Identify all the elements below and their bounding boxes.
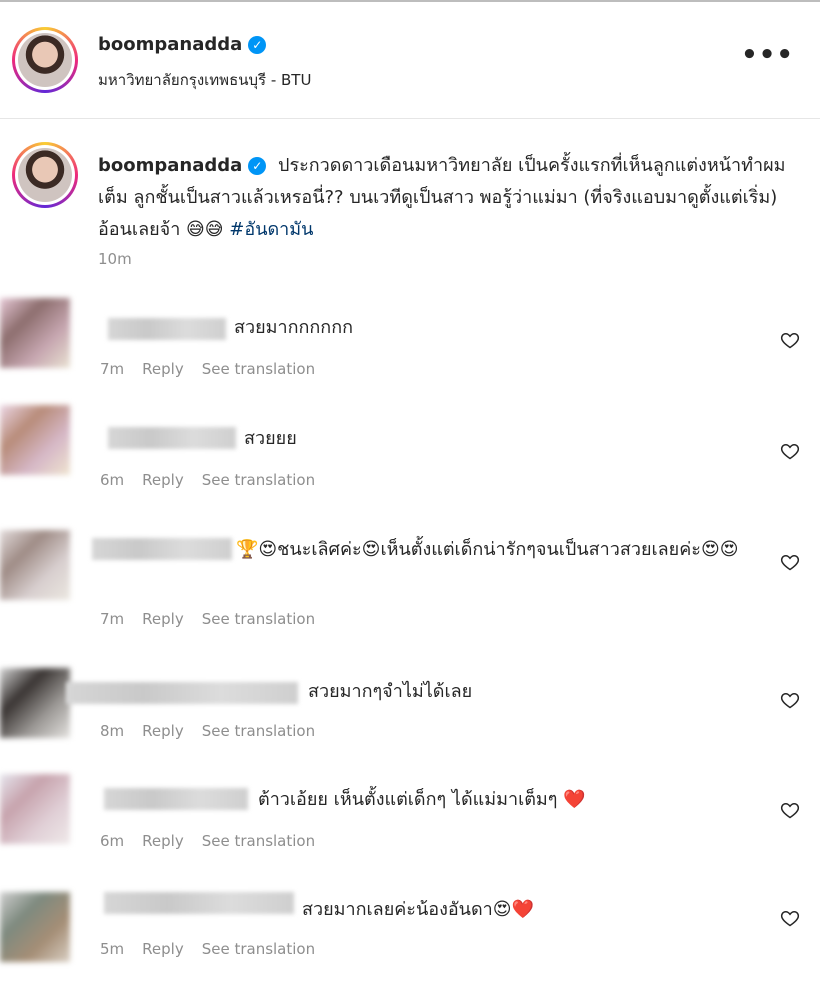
- reply-button[interactable]: Reply: [142, 471, 184, 489]
- heart-icon[interactable]: [780, 552, 800, 572]
- comment-username[interactable]: [66, 682, 298, 704]
- comment-avatar[interactable]: [0, 668, 70, 738]
- more-options-icon[interactable]: •••: [741, 42, 794, 68]
- post-caption: boompanadda ✓ ประกวดดาวเดือนมหาวิทยาลัย เ…: [98, 150, 798, 246]
- see-translation-button[interactable]: See translation: [202, 471, 315, 489]
- comment-time[interactable]: 6m: [100, 832, 124, 850]
- verified-icon: ✓: [248, 157, 267, 175]
- comment-text: สวยยย: [244, 428, 297, 449]
- comment-meta: 7m Reply See translation: [100, 610, 333, 628]
- post-time[interactable]: 10m: [98, 250, 132, 268]
- comment-text: สวยมากๆจำไม่ได้เลย: [308, 681, 473, 702]
- heart-icon[interactable]: [780, 800, 800, 820]
- comment-text: สวยมากเลยค่ะน้องอันดา😍❤️: [302, 899, 534, 920]
- comment-username[interactable]: [92, 538, 232, 560]
- comment-meta: 7m Reply See translation: [100, 360, 333, 378]
- header-username[interactable]: boompanadda ✓: [98, 34, 267, 55]
- comment-text: สวยมากกกกกก: [234, 317, 354, 338]
- heart-icon[interactable]: [780, 690, 800, 710]
- comment-time[interactable]: 8m: [100, 722, 124, 740]
- verified-icon: ✓: [248, 36, 267, 54]
- see-translation-button[interactable]: See translation: [202, 610, 315, 628]
- comment-text: 🏆😍ชนะเลิศค่ะ😍เห็นตั้งแต่เด็กน่ารักๆจนเป็…: [236, 539, 739, 560]
- reply-button[interactable]: Reply: [142, 940, 184, 958]
- comment-text: ต้าวเอ้ยย เห็นตั้งแต่เด็กๆ ได้แม่มาเต็มๆ…: [258, 789, 586, 810]
- comment-avatar[interactable]: [0, 774, 70, 844]
- comment-username[interactable]: [104, 892, 294, 914]
- post-header: boompanadda ✓ มหาวิทยาลัยกรุงเทพธนบุรี - …: [0, 2, 820, 119]
- see-translation-button[interactable]: See translation: [202, 940, 315, 958]
- comment-username[interactable]: [104, 788, 248, 810]
- reply-button[interactable]: Reply: [142, 360, 184, 378]
- comment-time[interactable]: 7m: [100, 610, 124, 628]
- see-translation-button[interactable]: See translation: [202, 360, 315, 378]
- comment-avatar[interactable]: [0, 298, 70, 368]
- location-link[interactable]: มหาวิทยาลัยกรุงเทพธนบุรี - BTU: [98, 68, 311, 92]
- avatar[interactable]: [12, 27, 78, 93]
- comment-username[interactable]: [108, 427, 236, 449]
- comment-meta: 8m Reply See translation: [100, 722, 333, 740]
- comment-time[interactable]: 6m: [100, 471, 124, 489]
- heart-icon[interactable]: [780, 330, 800, 350]
- see-translation-button[interactable]: See translation: [202, 832, 315, 850]
- comment-time[interactable]: 5m: [100, 940, 124, 958]
- comment-avatar[interactable]: [0, 530, 70, 600]
- comment-avatar[interactable]: [0, 405, 70, 475]
- caption-username[interactable]: boompanadda: [98, 155, 242, 176]
- reply-button[interactable]: Reply: [142, 722, 184, 740]
- comment-meta: 5m Reply See translation: [100, 940, 333, 958]
- caption-avatar[interactable]: [12, 142, 78, 208]
- comment-username[interactable]: [108, 318, 226, 340]
- reply-button[interactable]: Reply: [142, 610, 184, 628]
- reply-button[interactable]: Reply: [142, 832, 184, 850]
- comment-avatar[interactable]: [0, 892, 70, 962]
- comment-meta: 6m Reply See translation: [100, 471, 333, 489]
- heart-icon[interactable]: [780, 908, 800, 928]
- hashtag-link[interactable]: #อันดามัน: [229, 219, 313, 240]
- comment-meta: 6m Reply See translation: [100, 832, 333, 850]
- heart-icon[interactable]: [780, 441, 800, 461]
- comment-time[interactable]: 7m: [100, 360, 124, 378]
- see-translation-button[interactable]: See translation: [202, 722, 315, 740]
